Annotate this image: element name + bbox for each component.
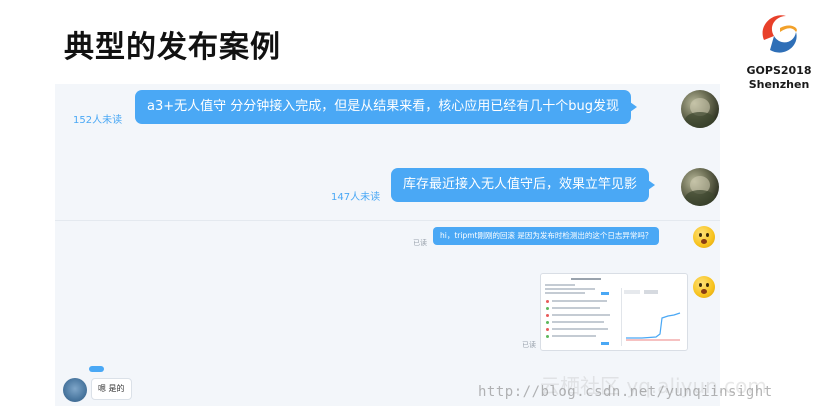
watermark-url: http://blog.csdn.net/yunqiinsight (478, 384, 773, 400)
image-status-dot (546, 321, 549, 324)
avatar-eye (706, 283, 709, 287)
logo-event-name: GOPS2018 (746, 64, 812, 77)
emoji-avatar[interactable] (693, 226, 715, 248)
image-text-line (552, 300, 607, 302)
screenshot-image-message[interactable] (540, 273, 688, 351)
logo-city: Shenzhen (748, 78, 810, 91)
avatar-eye (706, 233, 709, 237)
gops-logo-icon (753, 9, 805, 61)
image-status-dot (546, 328, 549, 331)
message-bubble[interactable]: a3+无人值守 分分钟接入完成，但是从结果来看，核心应用已经有几十个bug发现 (135, 90, 638, 124)
chat-panel: 152人未读 a3+无人值守 分分钟接入完成，但是从结果来看，核心应用已经有几十… (55, 84, 720, 406)
divider (55, 220, 720, 221)
nickname-tag (89, 366, 104, 372)
image-text-line (552, 335, 596, 337)
image-button-shape (601, 292, 609, 295)
image-button-shape (601, 342, 609, 345)
image-text-line (552, 328, 608, 330)
avatar-mouth (701, 239, 707, 244)
message-bubble-small[interactable]: hi，tripmt刚刚的回滚 是因为发布时检测出的这个日志异常吗？ (433, 227, 660, 245)
image-text-line (545, 288, 595, 290)
avatar-eye (699, 233, 702, 237)
message-bubble[interactable]: 库存最近接入无人值守后，效果立竿见影 (391, 168, 656, 202)
read-status: 已读 (522, 341, 536, 349)
reply-bubble[interactable]: 嗯 是的 (91, 378, 132, 400)
image-chart-area (621, 288, 684, 346)
image-status-dot (546, 307, 549, 310)
image-title-line (571, 278, 601, 280)
sender-avatar[interactable] (681, 90, 719, 128)
image-status-dot (546, 314, 549, 317)
image-text-line (545, 292, 585, 294)
avatar-eye (699, 283, 702, 287)
receiver-avatar[interactable] (63, 378, 87, 402)
read-status: 已读 (413, 239, 427, 247)
unread-count: 152人未读 (73, 115, 123, 126)
image-text-line (552, 307, 600, 309)
image-chart-icon (624, 290, 681, 341)
image-text-line (552, 314, 610, 316)
unread-count: 147人未读 (331, 192, 381, 203)
sender-avatar[interactable] (681, 168, 719, 206)
gops-logo: GOPS2018 Shenzhen (744, 6, 814, 92)
slide-title: 典型的发布案例 (64, 30, 281, 65)
image-status-dot (546, 300, 549, 303)
image-status-dot (546, 335, 549, 338)
avatar-mouth (701, 289, 707, 294)
emoji-avatar[interactable] (693, 276, 715, 298)
image-text-line (545, 284, 575, 286)
image-text-line (552, 321, 604, 323)
